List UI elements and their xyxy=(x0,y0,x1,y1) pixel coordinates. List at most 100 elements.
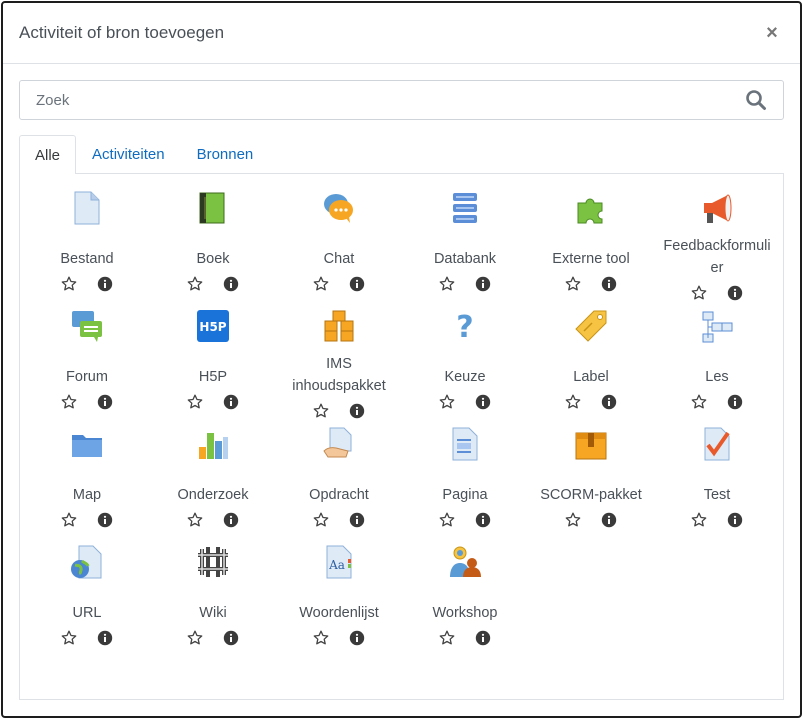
activity-label: IMS inhoudspakket xyxy=(280,353,398,397)
info-icon[interactable] xyxy=(349,512,365,528)
quiz-icon xyxy=(700,427,734,461)
activity-actions xyxy=(187,394,239,410)
svg-text:H5P: H5P xyxy=(199,320,226,334)
wiki-icon xyxy=(196,545,230,579)
activity-actions xyxy=(313,276,365,292)
activity-item-les[interactable]: Les xyxy=(654,292,780,410)
file-icon xyxy=(70,191,104,225)
info-icon[interactable] xyxy=(223,276,239,292)
info-icon[interactable] xyxy=(727,512,743,528)
star-icon[interactable] xyxy=(439,276,455,292)
activity-label-text: Pagina xyxy=(442,487,488,503)
info-icon[interactable] xyxy=(349,276,365,292)
close-button[interactable]: × xyxy=(760,21,784,45)
activity-label-text: Label xyxy=(573,369,609,385)
star-icon[interactable] xyxy=(61,394,77,410)
activity-actions xyxy=(61,394,113,410)
search-icon[interactable] xyxy=(745,89,767,111)
tag-icon xyxy=(574,309,608,343)
info-icon[interactable] xyxy=(223,630,239,646)
star-icon[interactable] xyxy=(439,512,455,528)
activity-item-test[interactable]: Test xyxy=(654,410,780,528)
activity-label: Map xyxy=(28,471,146,506)
activity-item-workshop[interactable]: Workshop xyxy=(402,528,528,646)
activity-item-map[interactable]: Map xyxy=(24,410,150,528)
activity-item-keuze[interactable]: ? Keuze xyxy=(402,292,528,410)
star-icon[interactable] xyxy=(187,394,203,410)
activity-actions xyxy=(439,394,491,410)
activity-label-text: Chat xyxy=(323,251,355,267)
activity-actions xyxy=(691,512,743,528)
activity-item-pagina[interactable]: Pagina xyxy=(402,410,528,528)
search-input[interactable] xyxy=(36,91,745,109)
info-icon[interactable] xyxy=(97,512,113,528)
star-icon[interactable] xyxy=(691,512,707,528)
activity-label: Les xyxy=(658,353,776,388)
h5p-icon: H5P xyxy=(196,309,230,343)
activity-item-feedbackformulier[interactable]: Feedbackformulier xyxy=(654,174,780,301)
activity-item-scorm-pakket[interactable]: SCORM-pakket xyxy=(528,410,654,528)
activity-label: URL xyxy=(28,589,146,624)
info-icon[interactable] xyxy=(601,394,617,410)
activity-item-boek[interactable]: Boek xyxy=(150,174,276,292)
info-icon[interactable] xyxy=(475,276,491,292)
info-icon[interactable] xyxy=(475,512,491,528)
activity-label-text: Onderzoek xyxy=(177,487,249,503)
activity-item-bestand[interactable]: Bestand xyxy=(24,174,150,292)
star-icon[interactable] xyxy=(439,394,455,410)
star-icon[interactable] xyxy=(61,630,77,646)
star-icon[interactable] xyxy=(565,276,581,292)
star-icon[interactable] xyxy=(61,276,77,292)
activity-item-onderzoek[interactable]: Onderzoek xyxy=(150,410,276,528)
star-icon[interactable] xyxy=(187,512,203,528)
activity-item-h5p[interactable]: H5P H5P xyxy=(150,292,276,410)
activity-label-text: URL xyxy=(72,605,102,621)
activity-actions xyxy=(565,512,617,528)
star-icon[interactable] xyxy=(691,394,707,410)
activity-label-text: Externe tool xyxy=(552,251,630,267)
info-icon[interactable] xyxy=(223,394,239,410)
activity-label: Wiki xyxy=(154,589,272,624)
activity-grid: Bestand Boek Chat Databank Externe tool Feedb… xyxy=(20,174,783,646)
star-icon[interactable] xyxy=(61,512,77,528)
star-icon[interactable] xyxy=(187,630,203,646)
tab-bronnen[interactable]: Bronnen xyxy=(181,135,270,173)
star-icon[interactable] xyxy=(565,394,581,410)
activity-label-text: H5P xyxy=(198,369,228,385)
activity-item-forum[interactable]: Forum xyxy=(24,292,150,410)
activity-item-chat[interactable]: Chat xyxy=(276,174,402,292)
tab-alle[interactable]: Alle xyxy=(19,135,77,174)
info-icon[interactable] xyxy=(223,512,239,528)
activity-item-ims-inhoudspakket[interactable]: IMS inhoudspakket xyxy=(276,292,402,419)
activity-item-opdracht[interactable]: Opdracht xyxy=(276,410,402,528)
info-icon[interactable] xyxy=(727,394,743,410)
info-icon[interactable] xyxy=(475,394,491,410)
activity-item-wiki[interactable]: Wiki xyxy=(150,528,276,646)
dialog-title: Activiteit of bron toevoegen xyxy=(19,23,225,42)
info-icon[interactable] xyxy=(601,276,617,292)
tab-activiteiten[interactable]: Activiteiten xyxy=(76,135,181,173)
star-icon[interactable] xyxy=(565,512,581,528)
activity-label: Woordenlijst xyxy=(280,589,398,624)
activity-label: Onderzoek xyxy=(154,471,272,506)
activity-item-databank[interactable]: Databank xyxy=(402,174,528,292)
activity-item-externe-tool[interactable]: Externe tool xyxy=(528,174,654,292)
star-icon[interactable] xyxy=(187,276,203,292)
star-icon[interactable] xyxy=(313,630,329,646)
star-icon[interactable] xyxy=(439,630,455,646)
activity-item-woordenlijst[interactable]: Aa Woordenlijst xyxy=(276,528,402,646)
dialog-body: AlleActiviteitenBronnen Bestand Boek Chat D… xyxy=(3,64,800,700)
info-icon[interactable] xyxy=(97,630,113,646)
star-icon[interactable] xyxy=(313,276,329,292)
info-icon[interactable] xyxy=(601,512,617,528)
info-icon[interactable] xyxy=(475,630,491,646)
info-icon[interactable] xyxy=(349,630,365,646)
activity-item-url[interactable]: URL xyxy=(24,528,150,646)
activity-item-label[interactable]: Label xyxy=(528,292,654,410)
star-icon[interactable] xyxy=(313,512,329,528)
assignment-icon xyxy=(322,427,356,461)
info-icon[interactable] xyxy=(97,394,113,410)
activity-label: Externe tool xyxy=(532,235,650,270)
activity-chooser-panel: Bestand Boek Chat Databank Externe tool Feedb… xyxy=(19,174,784,700)
info-icon[interactable] xyxy=(97,276,113,292)
